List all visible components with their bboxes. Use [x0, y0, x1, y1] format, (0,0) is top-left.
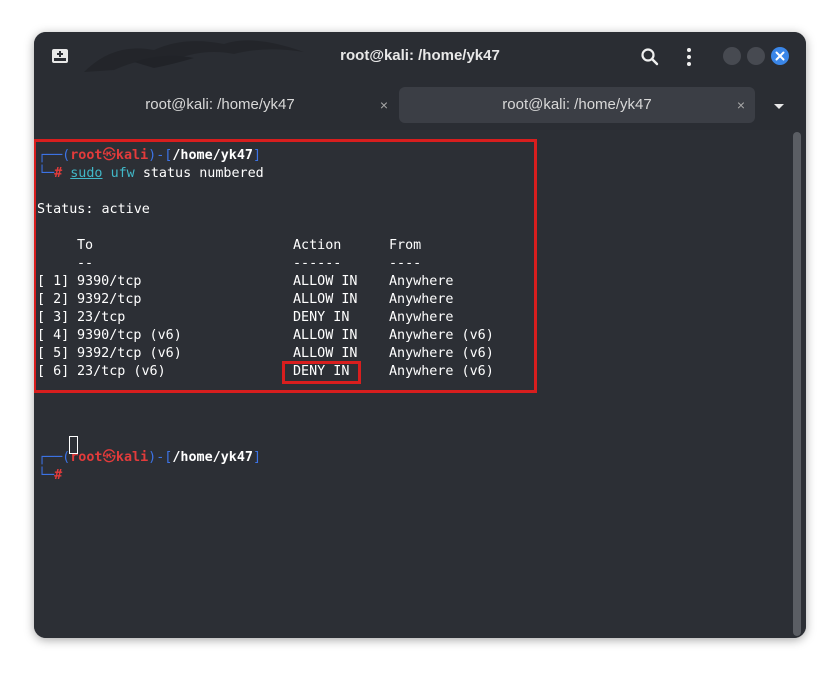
tab-1[interactable]: root@kali: /home/yk47 ×: [42, 87, 398, 123]
scrollbar[interactable]: [793, 132, 801, 636]
kebab-menu-icon[interactable]: [681, 46, 697, 68]
prompt-hash: #: [54, 468, 63, 483]
prompt-host: kali: [115, 450, 149, 465]
prompt-input-line: └─#: [38, 468, 63, 483]
maximize-button[interactable]: [747, 47, 765, 65]
terminal-window: root@kali: /home/yk47 root@kali: /home/y…: [34, 32, 806, 638]
close-icon: [775, 51, 785, 61]
terminal-cursor: [69, 436, 78, 454]
highlight-box-deny-in: [282, 361, 361, 384]
minimize-button[interactable]: [723, 47, 741, 65]
tab-2-close-button[interactable]: ×: [737, 87, 745, 123]
search-icon[interactable]: [639, 46, 661, 68]
tab-1-label: root@kali: /home/yk47: [145, 96, 295, 113]
tab-1-close-button[interactable]: ×: [380, 87, 388, 123]
close-button[interactable]: [771, 47, 789, 65]
prompt-at-symbol: ㉿: [102, 450, 116, 465]
prompt-path: /home/yk47: [172, 450, 253, 465]
tab-2-active[interactable]: root@kali: /home/yk47 ×: [399, 87, 755, 123]
title-bar[interactable]: root@kali: /home/yk47: [34, 32, 806, 80]
chevron-down-icon[interactable]: [772, 101, 786, 111]
tab-2-label: root@kali: /home/yk47: [502, 96, 652, 113]
highlight-box-output: [34, 139, 537, 393]
tab-bar: root@kali: /home/yk47 × root@kali: /home…: [34, 80, 806, 130]
